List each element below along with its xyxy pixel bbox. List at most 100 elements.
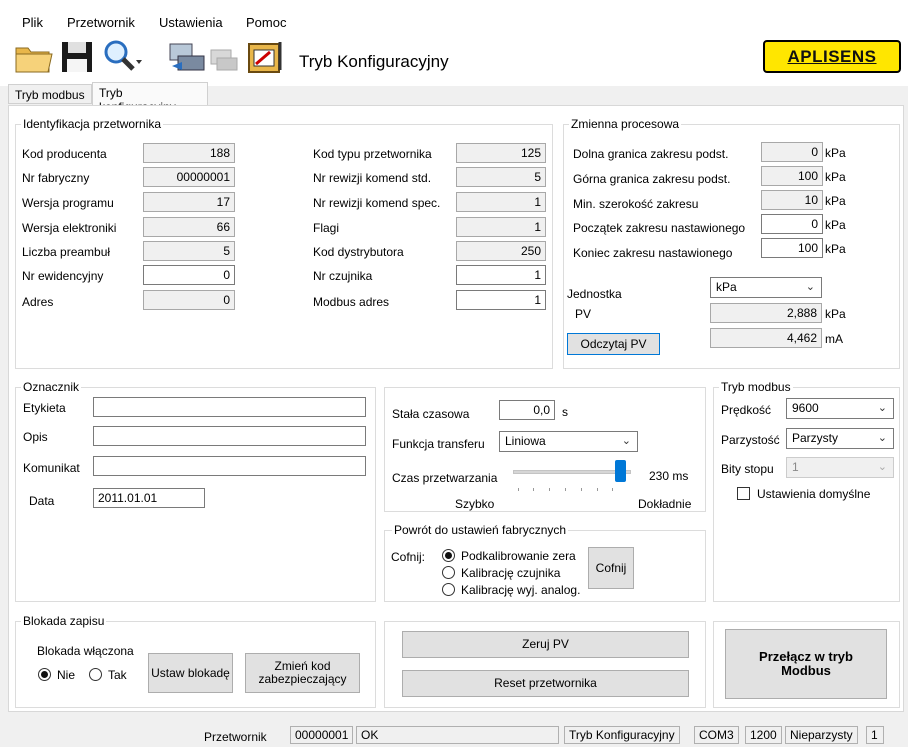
date-label: Data bbox=[29, 494, 55, 508]
change-security-code-button[interactable]: Zmień kod zabezpieczający bbox=[245, 653, 360, 693]
status-mode: Tryb Konfiguracyjny bbox=[564, 726, 680, 744]
slider-tick bbox=[549, 488, 550, 491]
current-value-field: 4,462 bbox=[710, 328, 822, 348]
serial-number-field: 00000001 bbox=[143, 167, 235, 187]
set-lock-button[interactable]: Ustaw blokadę bbox=[148, 653, 233, 693]
status-baud: 1200 bbox=[745, 726, 782, 744]
modbus-address-label: Modbus adres bbox=[313, 295, 390, 309]
electronics-version-label: Wersja elektroniki bbox=[22, 221, 117, 235]
switch-to-modbus-button[interactable]: Przełącz w tryb Modbus bbox=[725, 629, 887, 699]
reset-transmitter-button[interactable]: Reset przetwornika bbox=[402, 670, 689, 697]
zero-pv-button[interactable]: Zeruj PV bbox=[402, 631, 689, 658]
default-settings-label: Ustawienia domyślne bbox=[757, 487, 871, 501]
processing-time-slider-thumb[interactable] bbox=[614, 460, 626, 482]
stop-bits-value: 1 bbox=[792, 460, 799, 474]
transfer-function-value: Liniowa bbox=[505, 434, 546, 448]
menu-settings[interactable]: Ustawienia bbox=[159, 15, 223, 30]
status-transmitter-value: 00000001 bbox=[290, 726, 354, 744]
spec-command-revision-label: Nr rewizji komend spec. bbox=[313, 196, 441, 210]
menu-file[interactable]: Plik bbox=[22, 15, 43, 30]
undo-button[interactable]: Cofnij bbox=[588, 547, 634, 589]
sensor-calibration-radio[interactable] bbox=[442, 566, 455, 579]
read-pv-button[interactable]: Odczytaj PV bbox=[567, 333, 660, 355]
transmitter-type-code-label: Kod typu przetwornika bbox=[313, 147, 432, 161]
upper-range-limit-label: Górna granica zakresu podst. bbox=[573, 172, 731, 186]
device-transfer-icon[interactable] bbox=[168, 40, 208, 74]
address-field: 0 bbox=[143, 290, 235, 310]
toolbar-title: Tryb Konfiguracyjny bbox=[299, 52, 449, 71]
open-folder-icon[interactable] bbox=[14, 40, 54, 74]
time-constant-unit: s bbox=[562, 405, 568, 419]
pv-label: PV bbox=[575, 307, 592, 321]
processing-time-label: Czas przetwarzania bbox=[392, 471, 498, 485]
stop-bits-label: Bity stopu bbox=[721, 462, 774, 476]
identification-group-title: Identyfikacja przetwornika bbox=[21, 117, 164, 131]
factory-reset-group-title: Powrót do ustawień fabrycznych bbox=[392, 523, 569, 537]
modbus-address-input[interactable]: 1 bbox=[456, 290, 546, 310]
set-range-end-input[interactable]: 100 bbox=[761, 238, 823, 258]
sensor-number-input[interactable]: 1 bbox=[456, 265, 546, 285]
sensor-calibration-label: Kalibrację czujnika bbox=[461, 566, 561, 580]
label-input[interactable] bbox=[93, 397, 366, 417]
lower-range-limit-field: 0 bbox=[761, 142, 823, 162]
configuration-mode-icon[interactable] bbox=[246, 38, 290, 76]
search-icon[interactable] bbox=[102, 38, 142, 74]
slider-tick bbox=[533, 488, 534, 491]
std-command-revision-label: Nr rewizji komend std. bbox=[313, 171, 432, 185]
set-range-start-label: Początek zakresu nastawionego bbox=[573, 221, 746, 235]
analog-output-calibration-radio[interactable] bbox=[442, 583, 455, 596]
parity-label: Parzystość bbox=[721, 433, 780, 447]
status-transmitter-label: Przetwornik bbox=[204, 730, 267, 744]
lock-no-radio[interactable] bbox=[38, 668, 51, 681]
stop-bits-select: 1 ⌄ bbox=[786, 457, 894, 478]
upper-range-limit-unit: kPa bbox=[825, 170, 846, 184]
message-input[interactable] bbox=[93, 456, 366, 476]
unit-select-value: kPa bbox=[716, 280, 737, 294]
processing-time-slider-track[interactable] bbox=[513, 470, 631, 474]
chevron-down-icon: ⌄ bbox=[805, 281, 815, 293]
preambles-label: Liczba preambuł bbox=[22, 245, 111, 259]
save-icon[interactable] bbox=[60, 40, 96, 74]
menu-transmitter[interactable]: Przetwornik bbox=[67, 15, 135, 30]
date-input[interactable]: 2011.01.01 bbox=[93, 488, 205, 508]
set-range-start-unit: kPa bbox=[825, 218, 846, 232]
tag-group-title: Oznacznik bbox=[21, 380, 82, 394]
lock-yes-label: Tak bbox=[108, 668, 127, 682]
tab-configuration[interactable]: Tryb konfiguracyjny bbox=[92, 82, 208, 114]
lower-range-limit-label: Dolna granica zakresu podst. bbox=[573, 147, 729, 161]
chevron-down-icon: ⌄ bbox=[877, 402, 887, 414]
lock-enabled-label: Blokada włączona bbox=[37, 644, 134, 658]
parity-select[interactable]: Parzysty ⌄ bbox=[786, 428, 894, 449]
label-label: Etykieta bbox=[23, 401, 66, 415]
spec-command-revision-field: 1 bbox=[456, 192, 546, 212]
tab-modbus[interactable]: Tryb modbus bbox=[8, 84, 92, 104]
time-constant-input[interactable]: 0,0 bbox=[499, 400, 555, 420]
current-unit: mA bbox=[825, 332, 843, 346]
transfer-function-label: Funkcja transferu bbox=[392, 437, 485, 451]
baud-rate-select[interactable]: 9600 ⌄ bbox=[786, 398, 894, 419]
zero-trim-radio[interactable] bbox=[442, 549, 455, 562]
address-label: Adres bbox=[22, 295, 54, 309]
lower-range-limit-unit: kPa bbox=[825, 146, 846, 160]
modbus-group-title: Tryb modbus bbox=[719, 380, 793, 394]
set-range-end-unit: kPa bbox=[825, 242, 846, 256]
transfer-function-select[interactable]: Liniowa ⌄ bbox=[499, 431, 638, 452]
chevron-down-icon: ⌄ bbox=[877, 461, 887, 473]
slider-tick bbox=[565, 488, 566, 491]
registry-number-input[interactable]: 0 bbox=[143, 265, 235, 285]
zero-trim-label: Podkalibrowanie zera bbox=[461, 549, 576, 563]
set-range-start-input[interactable]: 0 bbox=[761, 214, 823, 234]
min-span-unit: kPa bbox=[825, 194, 846, 208]
distributor-code-label: Kod dystrybutora bbox=[313, 245, 404, 259]
slider-tick bbox=[612, 488, 613, 491]
write-lock-group-title: Blokada zapisu bbox=[21, 614, 107, 628]
slider-tick bbox=[597, 488, 598, 491]
menu-help[interactable]: Pomoc bbox=[246, 15, 286, 30]
analog-output-calibration-label: Kalibrację wyj. analog. bbox=[461, 583, 581, 597]
default-settings-checkbox[interactable] bbox=[737, 487, 750, 500]
unit-select[interactable]: kPa ⌄ bbox=[710, 277, 822, 298]
lock-yes-radio[interactable] bbox=[89, 668, 102, 681]
time-constant-label: Stała czasowa bbox=[392, 407, 470, 421]
description-input[interactable] bbox=[93, 426, 366, 446]
status-parity: Nieparzysty bbox=[785, 726, 858, 744]
